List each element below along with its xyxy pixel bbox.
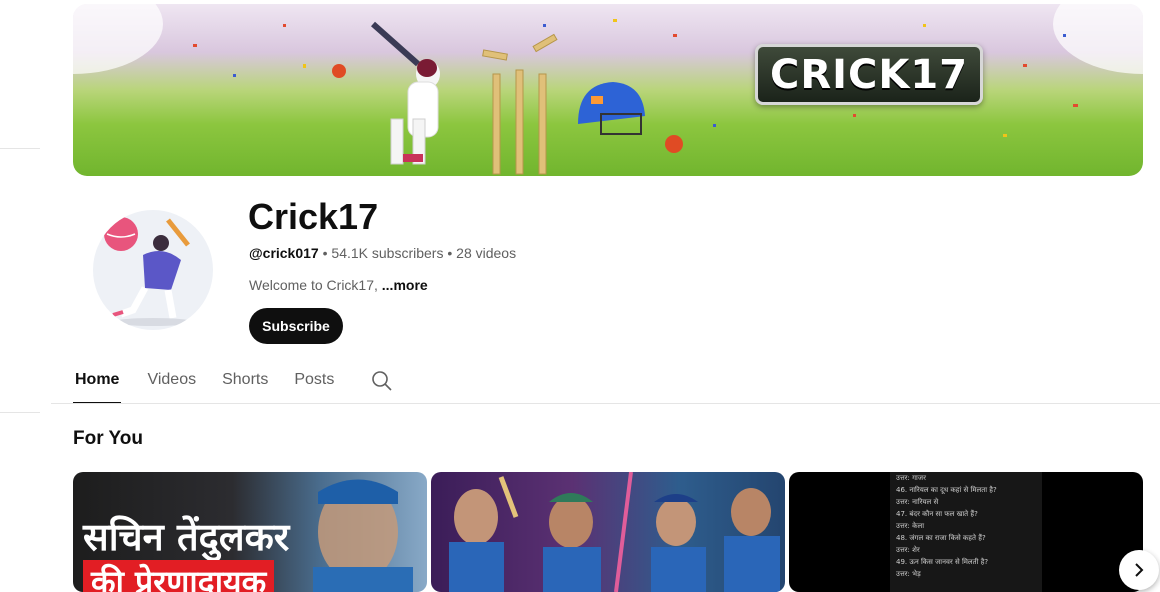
meta-separator: • [447, 245, 453, 261]
quiz-line: 47. बंदर कौन सा फल खाते हैं? [896, 510, 978, 518]
video-thumbnail[interactable]: सचिन तेंदुलकर की प्रेरणादायक [73, 472, 427, 592]
banner-logo-text: CRICK17 [769, 51, 969, 98]
channel-meta: @crick017 • 54.1K subscribers • 28 video… [249, 245, 516, 261]
tab-posts[interactable]: Posts [294, 366, 334, 402]
quiz-text-panel: उत्तर: गाजर 46. नारियल का दूध कहां से मि… [890, 472, 1042, 592]
quiz-line: 48. जंगल का राजा किसे कहते हैं? [896, 534, 986, 542]
thumbnail-title: सचिन तेंदुलकर [83, 515, 290, 559]
subscriber-count: 54.1K subscribers [331, 245, 444, 261]
tabs-divider [51, 403, 1160, 404]
channel-banner: CRICK17 [73, 4, 1143, 176]
description-text: Welcome to Crick17, [249, 277, 382, 293]
subscribe-button[interactable]: Subscribe [249, 308, 343, 344]
quiz-line: 46. नारियल का दूध कहां से मिलता है? [896, 486, 997, 494]
section-title: For You [73, 428, 144, 449]
video-count: 28 videos [456, 245, 517, 261]
channel-name: Crick17 [248, 196, 379, 237]
quiz-line: उत्तर: भेड़ [896, 570, 921, 578]
thumbnail-subtitle: की प्रेरणादायक [83, 560, 275, 592]
sidebar-divider [0, 412, 40, 413]
channel-tabs: Home Videos Shorts Posts [73, 366, 360, 404]
quiz-line: उत्तर: गाजर [896, 474, 926, 482]
chevron-right-icon[interactable] [1119, 550, 1159, 590]
meta-separator: • [322, 245, 328, 261]
video-thumbnail[interactable] [431, 472, 785, 592]
quiz-line: उत्तर: केला [896, 522, 925, 530]
thumbnail-artwork [449, 472, 780, 592]
channel-handle: @crick017 [249, 245, 319, 261]
sidebar-divider [0, 148, 40, 149]
tab-home[interactable]: Home [73, 366, 122, 404]
tab-shorts[interactable]: Shorts [222, 366, 268, 402]
avatar-artwork [95, 212, 211, 328]
search-icon[interactable] [371, 370, 393, 392]
channel-description[interactable]: Welcome to Crick17, ...more [249, 277, 428, 293]
quiz-line: 49. ऊन किस जानवर से मिलती है? [896, 558, 989, 566]
quiz-line: उत्तर: शेर [896, 546, 920, 554]
channel-avatar[interactable] [93, 210, 213, 330]
tab-videos[interactable]: Videos [147, 366, 196, 402]
banner-logo: CRICK17 [755, 44, 983, 105]
video-thumbnail[interactable]: उत्तर: गाजर 46. नारियल का दूध कहां से मि… [789, 472, 1143, 592]
quiz-line: उत्तर: नारियल से [896, 498, 939, 506]
more-link[interactable]: ...more [382, 277, 428, 293]
